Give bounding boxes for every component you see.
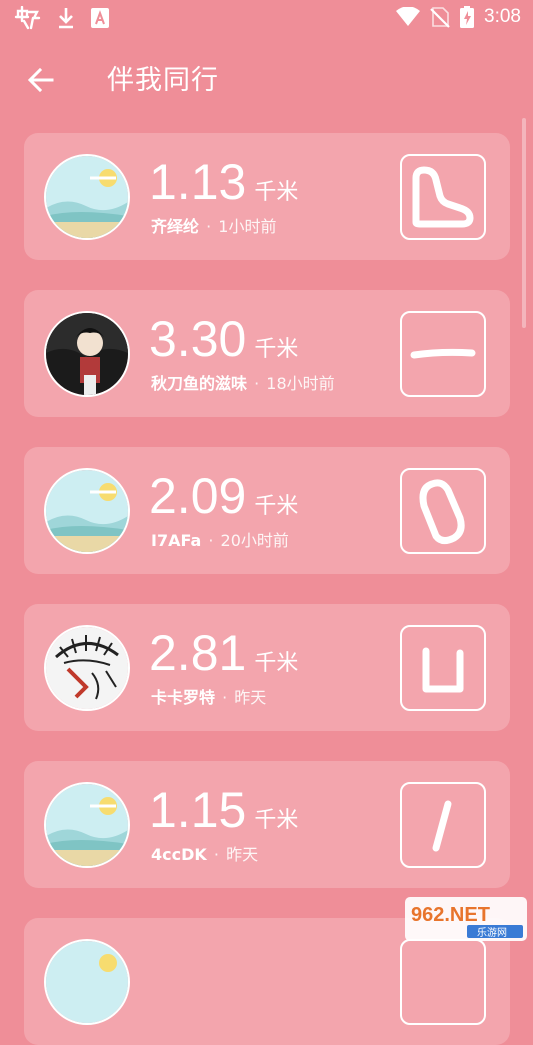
distance: 1.15 千米 [149, 783, 298, 837]
distance: 1.13 千米 [149, 155, 298, 209]
separator: · [213, 845, 219, 864]
user-name[interactable]: 齐绎纶 [151, 217, 199, 236]
battery-charging-icon [460, 6, 475, 28]
distance-unit: 千米 [254, 808, 299, 833]
separator: · [206, 217, 212, 236]
time-ago: 昨天 [234, 688, 267, 707]
arrow-left-icon [27, 67, 54, 93]
item-meta: 卡卡罗特 · 昨天 [151, 684, 266, 708]
distance-value: 3.30 [149, 311, 247, 367]
landscape-avatar[interactable] [44, 939, 130, 1025]
line-shape[interactable] [400, 311, 486, 397]
landscape-avatar[interactable] [44, 782, 130, 868]
shape-box[interactable] [400, 939, 486, 1025]
slash-shape[interactable] [400, 782, 486, 868]
distance-unit: 千米 [254, 494, 299, 519]
font-app-icon [91, 8, 109, 28]
download-icon [59, 8, 73, 29]
list-item[interactable]: 2.09 千米 I7AFa · 20小时前 [24, 447, 510, 574]
landscape-avatar[interactable] [44, 468, 130, 554]
distance-value: 2.09 [149, 468, 247, 524]
distance-unit: 千米 [254, 651, 299, 676]
back-button[interactable] [22, 60, 62, 100]
user-name[interactable]: I7AFa [151, 531, 201, 550]
time-ago: 1小时前 [218, 217, 277, 236]
status-time: 3:08 [484, 6, 521, 27]
app-notification-icon [14, 6, 41, 30]
sketch-face-avatar[interactable] [44, 625, 130, 711]
watermark-brand: 962.NET [411, 904, 490, 926]
distance-unit: 千米 [254, 180, 299, 205]
list-item[interactable]: 2.81 千米 卡卡罗特 · 昨天 [24, 604, 510, 731]
scrollbar[interactable] [522, 118, 526, 328]
ring-shape[interactable] [400, 468, 486, 554]
item-meta: 齐绎纶 · 1小时前 [151, 213, 276, 237]
wifi-icon [396, 7, 421, 26]
u-shape[interactable] [400, 625, 486, 711]
distance-unit: 千米 [254, 337, 299, 362]
landscape-avatar[interactable] [44, 154, 130, 240]
distance-value: 2.81 [149, 625, 247, 681]
user-name[interactable]: 秋刀鱼的滋味 [151, 374, 247, 393]
time-ago: 昨天 [226, 845, 259, 864]
item-meta: 4ccDK · 昨天 [151, 841, 258, 865]
watermark-logo: 962.NET 乐游网 [405, 897, 527, 941]
list-item[interactable]: 1.13 千米 齐绎纶 · 1小时前 [24, 133, 510, 260]
distance: 2.81 千米 [149, 626, 298, 680]
anime-character-avatar[interactable] [44, 311, 130, 397]
user-name[interactable]: 4ccDK [151, 845, 207, 864]
separator: · [208, 531, 214, 550]
watermark-subtitle: 乐游网 [477, 926, 507, 939]
page-title: 伴我同行 [107, 65, 219, 96]
item-meta: 秋刀鱼的滋味 · 18小时前 [151, 370, 335, 394]
list-item[interactable]: 3.30 千米 秋刀鱼的滋味 · 18小时前 [24, 290, 510, 417]
distance: 3.30 千米 [149, 312, 298, 366]
status-bar: 3:08 [0, 0, 533, 36]
item-meta: I7AFa · 20小时前 [151, 527, 289, 551]
boot-shape[interactable] [400, 154, 486, 240]
separator: · [254, 374, 260, 393]
time-ago: 20小时前 [220, 531, 289, 550]
separator: · [222, 688, 228, 707]
app-bar: 伴我同行 [0, 44, 533, 112]
distance: 2.09 千米 [149, 469, 298, 523]
no-sim-icon [430, 7, 450, 28]
time-ago: 18小时前 [266, 374, 335, 393]
distance-value: 1.13 [149, 154, 247, 210]
distance-value: 1.15 [149, 782, 247, 838]
list-item[interactable]: 1.15 千米 4ccDK · 昨天 [24, 761, 510, 888]
user-name[interactable]: 卡卡罗特 [151, 688, 215, 707]
